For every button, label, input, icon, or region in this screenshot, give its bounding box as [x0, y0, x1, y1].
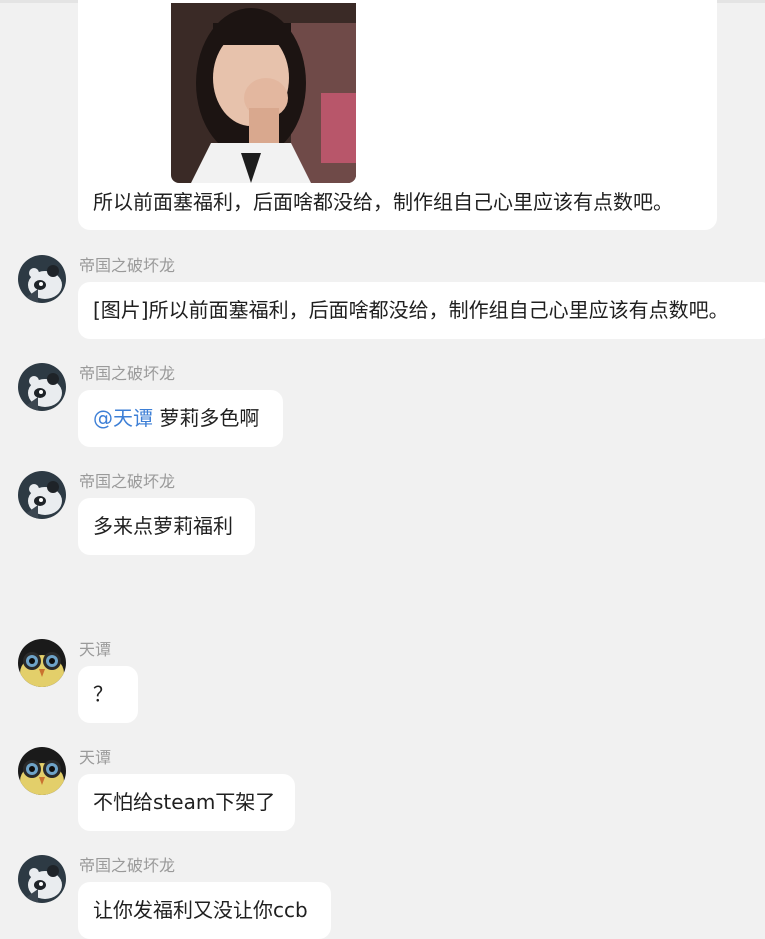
sender-name[interactable]: 帝国之破坏龙 [79, 472, 175, 492]
message-bubble[interactable]: 多来点萝莉福利 [78, 498, 255, 555]
sender-name[interactable]: 帝国之破坏龙 [79, 856, 175, 876]
message-text: [图片]所以前面塞福利，后面啥都没给，制作组自己心里应该有点数吧。 [93, 298, 729, 322]
sender-name[interactable]: 天谭 [79, 748, 111, 768]
mention-link[interactable]: @天谭 [93, 406, 153, 430]
owl-avatar-icon[interactable] [18, 639, 66, 687]
panda-avatar-icon[interactable] [18, 855, 66, 903]
message-bubble[interactable]: [图片]所以前面塞福利，后面啥都没给，制作组自己心里应该有点数吧。 [78, 282, 765, 339]
message-text: ？ [93, 682, 113, 706]
message-bubble[interactable]: 不怕给steam下架了 [78, 774, 295, 831]
sender-name[interactable]: 帝国之破坏龙 [79, 364, 175, 384]
message-bubble[interactable]: @天谭 萝莉多色啊 [78, 390, 283, 447]
message-text: 所以前面塞福利，后面啥都没给，制作组自己心里应该有点数吧。 [93, 190, 673, 214]
sender-name[interactable]: 帝国之破坏龙 [79, 256, 175, 276]
shared-photo[interactable] [171, 3, 356, 183]
panda-avatar-icon[interactable] [18, 471, 66, 519]
image-message-bubble[interactable]: 所以前面塞福利，后面啥都没给，制作组自己心里应该有点数吧。 [78, 0, 717, 230]
message-text: 萝莉多色啊 [153, 406, 260, 430]
message-text: 让你发福利又没让你ccb [93, 898, 308, 922]
message-text: 多来点萝莉福利 [93, 514, 233, 538]
panda-avatar-icon[interactable] [18, 255, 66, 303]
owl-avatar-icon[interactable] [18, 747, 66, 795]
message-text: 不怕给steam下架了 [93, 790, 276, 814]
message-bubble[interactable]: ？ [78, 666, 138, 723]
message-content: @天谭 萝莉多色啊 [93, 404, 268, 432]
panda-avatar-icon[interactable] [18, 363, 66, 411]
sender-name[interactable]: 天谭 [79, 640, 111, 660]
message-bubble[interactable]: 让你发福利又没让你ccb [78, 882, 331, 939]
